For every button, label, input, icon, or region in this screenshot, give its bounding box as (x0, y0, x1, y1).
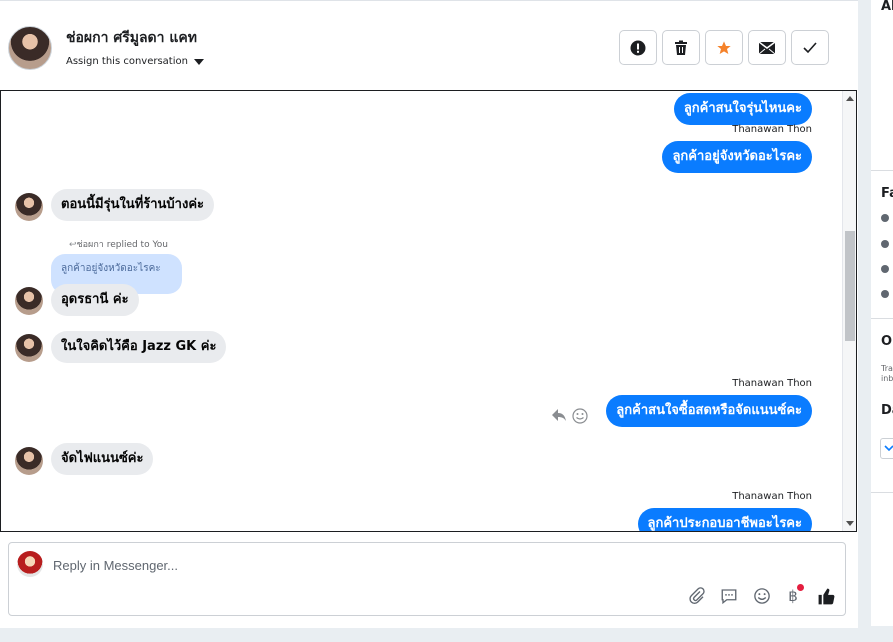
reply-composer: ฿ (8, 542, 846, 616)
envelope-icon (759, 41, 775, 54)
sender-name: Thanawan Thon (732, 491, 812, 502)
sidebar-divider (871, 170, 893, 171)
baht-icon: ฿ (788, 587, 798, 605)
reply-icon: ↩ (69, 240, 77, 250)
incoming-message[interactable]: อุดรธานี ค่ะ (51, 284, 139, 316)
scroll-down-arrow-icon[interactable] (846, 521, 854, 526)
smiley-icon (754, 588, 770, 604)
sidebar-heading: O (881, 334, 893, 349)
attach-button[interactable] (686, 585, 708, 607)
star-icon (717, 40, 731, 54)
spam-button[interactable] (619, 30, 657, 65)
sidebar-snippet: inb (881, 374, 893, 383)
trash-icon (675, 40, 687, 55)
contact-avatar[interactable] (8, 26, 52, 70)
conversation-header: ช่อผกา ศรีมูลดา แคท Assign this conversa… (0, 0, 858, 90)
emoji-button[interactable] (751, 585, 773, 607)
sidebar-heading: Al (881, 0, 893, 14)
caret-down-icon (193, 58, 204, 65)
outgoing-message[interactable]: ลูกค้าอยู่จังหวัดอะไรคะ (662, 141, 812, 173)
reply-icon[interactable] (551, 408, 567, 422)
incoming-message[interactable]: จัดไฟแนนซ์ค่ะ (51, 443, 154, 475)
sidebar-divider (871, 492, 893, 493)
thumbs-up-icon (818, 588, 834, 604)
emoji-react-icon[interactable] (572, 408, 588, 424)
alert-icon (630, 40, 646, 55)
notification-dot (797, 584, 804, 591)
outgoing-message[interactable]: ลูกค้าประกอบอาชีพอะไรคะ (637, 508, 812, 531)
sidebar-heading: Da (881, 403, 893, 418)
contact-avatar-small (15, 334, 43, 362)
like-button[interactable] (815, 585, 837, 607)
incoming-message[interactable]: ในใจคิดไว้คือ Jazz GK ค่ะ (51, 331, 227, 363)
saved-reply-icon (721, 589, 737, 605)
sidebar-heading: Fa (881, 186, 893, 201)
delete-button[interactable] (662, 30, 700, 65)
saved-reply-button[interactable] (718, 585, 740, 607)
sidebar-dropdown[interactable] (880, 438, 893, 459)
sender-name: Thanawan Thon (732, 124, 812, 135)
scroll-thumb[interactable] (845, 231, 855, 341)
contact-avatar-small (15, 193, 43, 221)
assign-conversation-dropdown[interactable]: Assign this conversation (66, 56, 204, 67)
location-pin-icon (881, 290, 889, 298)
contact-details-sidebar: Al Fa O Tra inb Da (871, 0, 893, 626)
scroll-up-arrow-icon[interactable] (846, 96, 854, 101)
star-button[interactable] (705, 30, 743, 65)
location-pin-icon (881, 265, 889, 273)
page-avatar (17, 551, 43, 577)
message-actions (551, 408, 588, 424)
contact-name[interactable]: ช่อผกา ศรีมูลดา แคท (66, 27, 197, 49)
reply-input[interactable] (53, 555, 653, 575)
contact-avatar-small (15, 447, 43, 475)
payment-button[interactable]: ฿ (782, 584, 804, 607)
clock-icon (881, 214, 889, 222)
conversation-panel: ช่อผกา ศรีมูลดา แคท Assign this conversa… (0, 0, 858, 628)
mark-done-button[interactable] (791, 30, 829, 65)
sender-name: Thanawan Thon (732, 378, 812, 389)
paperclip-icon (689, 587, 705, 604)
sidebar-snippet: Tra (881, 364, 893, 373)
checkmark-icon (803, 41, 817, 53)
chevron-down-icon (884, 445, 893, 452)
outgoing-message[interactable]: ลูกค้าสนใจรุ่นไหนคะ (673, 93, 812, 125)
mark-unread-button[interactable] (748, 30, 786, 65)
contact-avatar-small (15, 287, 43, 315)
message-thread[interactable]: ลูกค้าสนใจรุ่นไหนคะ Thanawan Thon ลูกค้า… (0, 90, 857, 532)
education-icon (881, 240, 889, 248)
assign-label: Assign this conversation (66, 56, 188, 67)
reply-note-text: ช่อผกา replied to You (76, 240, 168, 250)
reply-indicator: ↩ช่อผกา replied to You (69, 237, 168, 251)
outgoing-message[interactable]: ลูกค้าสนใจซื้อสดหรือจัดแนนซ์คะ (606, 395, 812, 427)
sidebar-divider (871, 318, 893, 319)
thread-scrollbar[interactable] (842, 91, 856, 531)
incoming-message[interactable]: ตอนนี้มีรุ่นในที่ร้านบ้างค่ะ (51, 189, 215, 221)
